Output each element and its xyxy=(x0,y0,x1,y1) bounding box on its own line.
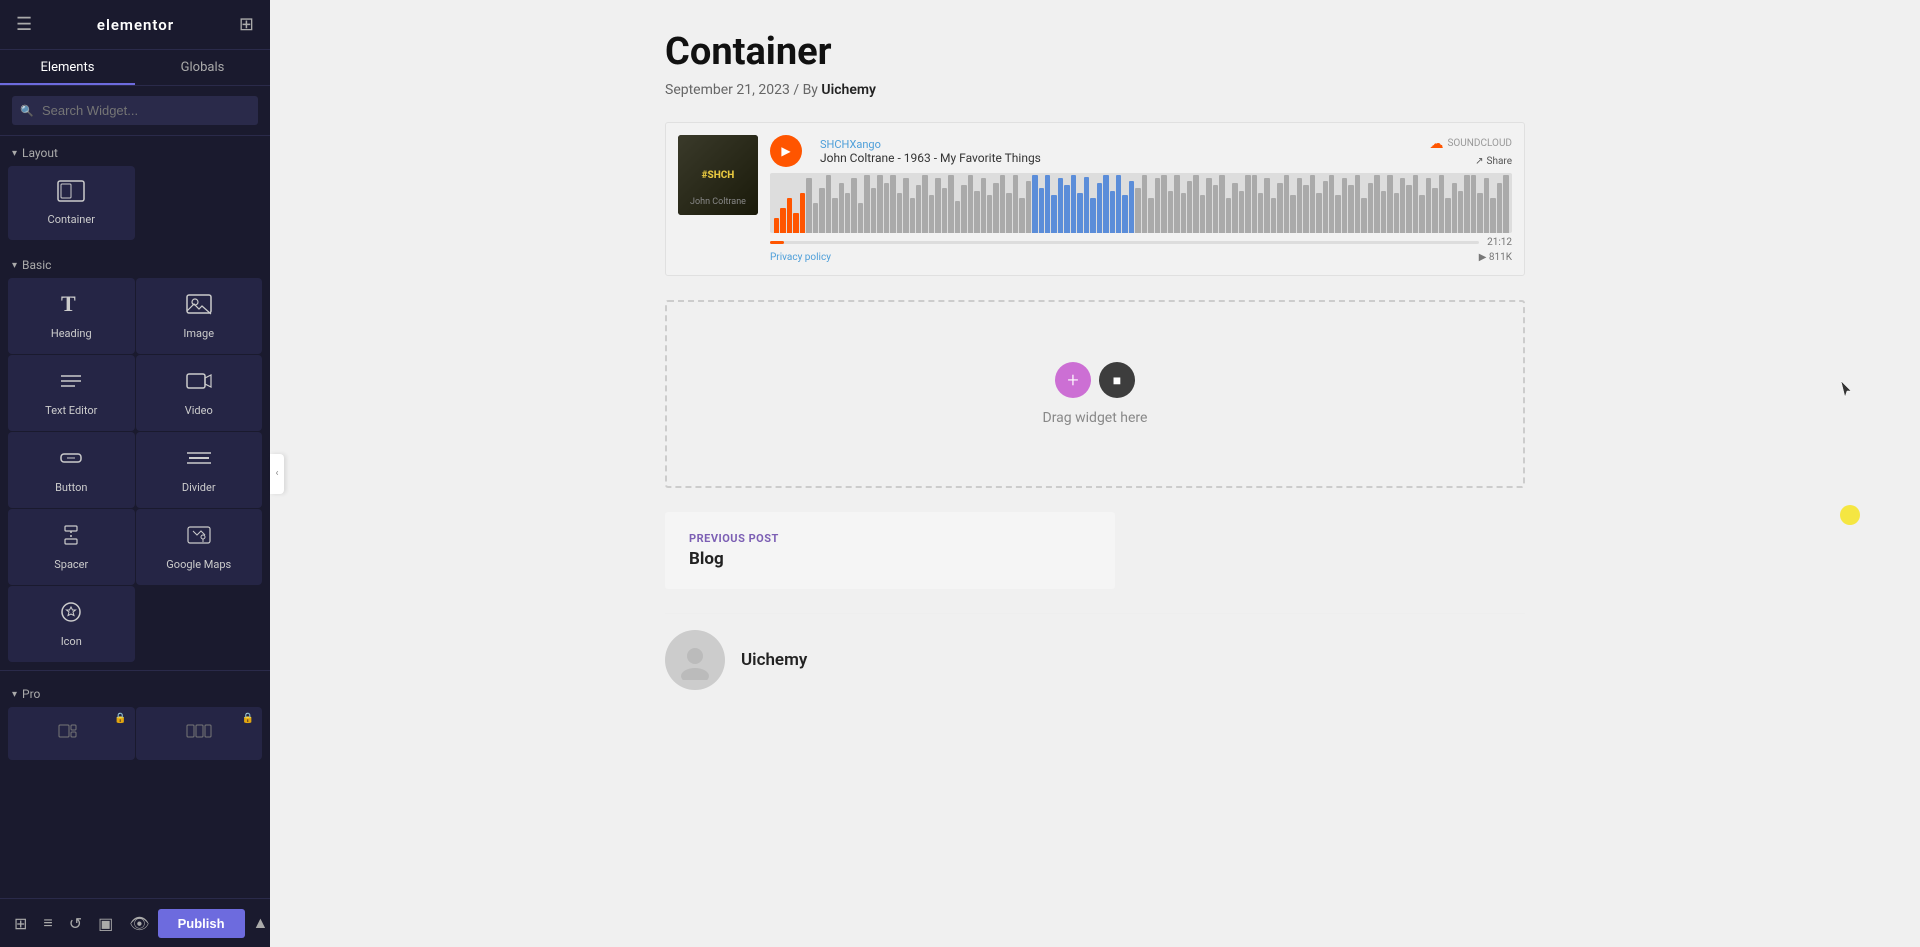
square-button[interactable]: ■ xyxy=(1099,362,1135,398)
sidebar: ☰ elementor ⊞ Elements Globals Layout xyxy=(0,0,270,947)
post-title: Container xyxy=(665,30,1525,74)
widget-spacer[interactable]: Spacer xyxy=(8,509,135,585)
sc-play-button[interactable]: ▶ xyxy=(770,135,802,167)
tab-elements[interactable]: Elements xyxy=(0,50,135,85)
button-icon xyxy=(57,446,85,475)
widget-icon[interactable]: Icon xyxy=(8,586,135,662)
collapse-handle[interactable]: ‹ xyxy=(270,454,284,494)
icon-widget-icon xyxy=(57,600,85,629)
sc-track-title: John Coltrane - 1963 - My Favorite Thing… xyxy=(820,151,1419,165)
tab-globals[interactable]: Globals xyxy=(135,50,270,85)
widget-google-maps-label: Google Maps xyxy=(166,558,231,571)
sc-player: ▶ SHCHXango John Coltrane - 1963 - My Fa… xyxy=(770,135,1512,263)
sc-progress-row: 21:12 xyxy=(770,237,1512,248)
text-editor-icon xyxy=(57,369,85,398)
widget-video[interactable]: Video xyxy=(136,355,263,431)
heading-icon: T xyxy=(57,292,85,321)
section-layout-label[interactable]: Layout xyxy=(0,136,270,166)
hamburger-icon[interactable]: ☰ xyxy=(16,14,32,35)
sidebar-bottom: ⊞ ≡ ↺ ▣ 👁 Publish ▲ xyxy=(0,898,270,947)
widget-spacer-label: Spacer xyxy=(54,558,88,571)
drop-zone-actions: + ■ xyxy=(1055,362,1135,398)
add-widget-button[interactable]: + xyxy=(1055,362,1091,398)
section-basic-label[interactable]: Basic xyxy=(0,248,270,278)
prev-post-label: PREVIOUS POST xyxy=(689,532,1091,545)
widget-text-editor[interactable]: Text Editor xyxy=(8,355,135,431)
sc-thumbnail: #SHCH John Coltrane xyxy=(678,135,758,215)
app-logo: elementor xyxy=(97,16,174,34)
responsive-icon[interactable]: ▣ xyxy=(90,908,121,939)
author-avatar xyxy=(665,630,725,690)
structure-icon[interactable]: ⊞ xyxy=(6,908,35,939)
widget-divider[interactable]: Divider xyxy=(136,432,263,508)
sidebar-content: Layout Container Basic T xyxy=(0,136,270,898)
video-icon xyxy=(185,369,213,398)
pro-widget-2-icon xyxy=(185,721,213,746)
widget-google-maps[interactable]: Google Maps xyxy=(136,509,263,585)
search-wrap xyxy=(12,96,258,125)
sidebar-tabs: Elements Globals xyxy=(0,50,270,86)
sidebar-header: ☰ elementor ⊞ xyxy=(0,0,270,50)
main-content: Container September 21, 2023 / By Uichem… xyxy=(270,0,1920,947)
sc-duration: 21:12 xyxy=(1487,237,1512,248)
chevron-up-icon[interactable]: ▲ xyxy=(245,907,270,939)
sc-track-info: SHCHXango John Coltrane - 1963 - My Favo… xyxy=(820,138,1419,165)
widget-container-label: Container xyxy=(48,213,95,226)
layout-widgets-grid: Container xyxy=(0,166,270,248)
google-maps-icon xyxy=(185,523,213,552)
widget-heading[interactable]: T Heading xyxy=(8,278,135,354)
prev-post-title[interactable]: Blog xyxy=(689,549,1091,569)
pro-widgets-grid: 🔒 🔒 xyxy=(0,707,270,768)
image-icon xyxy=(185,292,213,321)
divider-icon xyxy=(185,446,213,475)
spacer-icon xyxy=(57,523,85,552)
widget-heading-label: Heading xyxy=(51,327,92,340)
pro-section: Pro 🔒 xyxy=(0,670,270,774)
svg-text:T: T xyxy=(61,292,76,316)
preview-icon[interactable]: 👁 xyxy=(121,908,157,939)
widget-container[interactable]: Container xyxy=(8,166,135,240)
sc-waveform-bars xyxy=(770,173,1512,233)
sc-brand: ☁ SOUNDCLOUD xyxy=(1429,136,1512,152)
widget-video-label: Video xyxy=(185,404,213,417)
widget-button-label: Button xyxy=(55,481,87,494)
widget-divider-label: Divider xyxy=(182,481,216,494)
post-date: September 21, 2023 xyxy=(665,82,790,98)
sc-artist[interactable]: SHCHXango xyxy=(820,138,1419,151)
widget-text-editor-label: Text Editor xyxy=(45,404,97,417)
sc-waveform[interactable] xyxy=(770,173,1512,233)
sc-share-button[interactable]: ↗ Share xyxy=(1475,156,1512,167)
soundcloud-icon: ☁ xyxy=(1429,136,1443,152)
post-navigation: PREVIOUS POST Blog xyxy=(665,512,1115,589)
post-meta: September 21, 2023 / By Uichemy xyxy=(665,82,1525,98)
drop-zone: + ■ Drag widget here xyxy=(665,300,1525,488)
pro-widget-1-icon xyxy=(57,721,85,746)
widget-icon-label: Icon xyxy=(61,635,82,648)
container-icon xyxy=(57,180,85,207)
post-author-link[interactable]: Uichemy xyxy=(821,82,876,98)
content-area: Container September 21, 2023 / By Uichem… xyxy=(645,0,1545,766)
drop-zone-label: Drag widget here xyxy=(1043,410,1148,426)
widget-image-label: Image xyxy=(183,327,214,340)
pro-widget-2[interactable]: 🔒 xyxy=(136,707,263,760)
post-by-text: / By xyxy=(793,82,821,98)
soundcloud-embed: #SHCH John Coltrane ▶ SHCHXango John Col… xyxy=(665,122,1525,276)
sc-header-row: ▶ SHCHXango John Coltrane - 1963 - My Fa… xyxy=(770,135,1512,167)
search-box xyxy=(0,86,270,136)
publish-button[interactable]: Publish xyxy=(158,909,245,938)
author-name: Uichemy xyxy=(741,650,807,670)
sc-privacy-policy[interactable]: Privacy policy xyxy=(770,252,831,263)
sc-top-row: #SHCH John Coltrane ▶ SHCHXango John Col… xyxy=(678,135,1512,263)
pro-widget-1[interactable]: 🔒 xyxy=(8,707,135,760)
basic-widgets-grid: T Heading Image xyxy=(0,278,270,670)
widget-image[interactable]: Image xyxy=(136,278,263,354)
grid-icon[interactable]: ⊞ xyxy=(239,14,254,35)
history-icon[interactable]: ↺ xyxy=(61,908,90,939)
layers-icon[interactable]: ≡ xyxy=(35,907,60,939)
search-input[interactable] xyxy=(12,96,258,125)
section-pro-label[interactable]: Pro xyxy=(0,677,270,707)
author-box: Uichemy xyxy=(665,613,1525,706)
widget-button[interactable]: Button xyxy=(8,432,135,508)
sc-play-count: ▶ 811K xyxy=(1479,252,1512,263)
